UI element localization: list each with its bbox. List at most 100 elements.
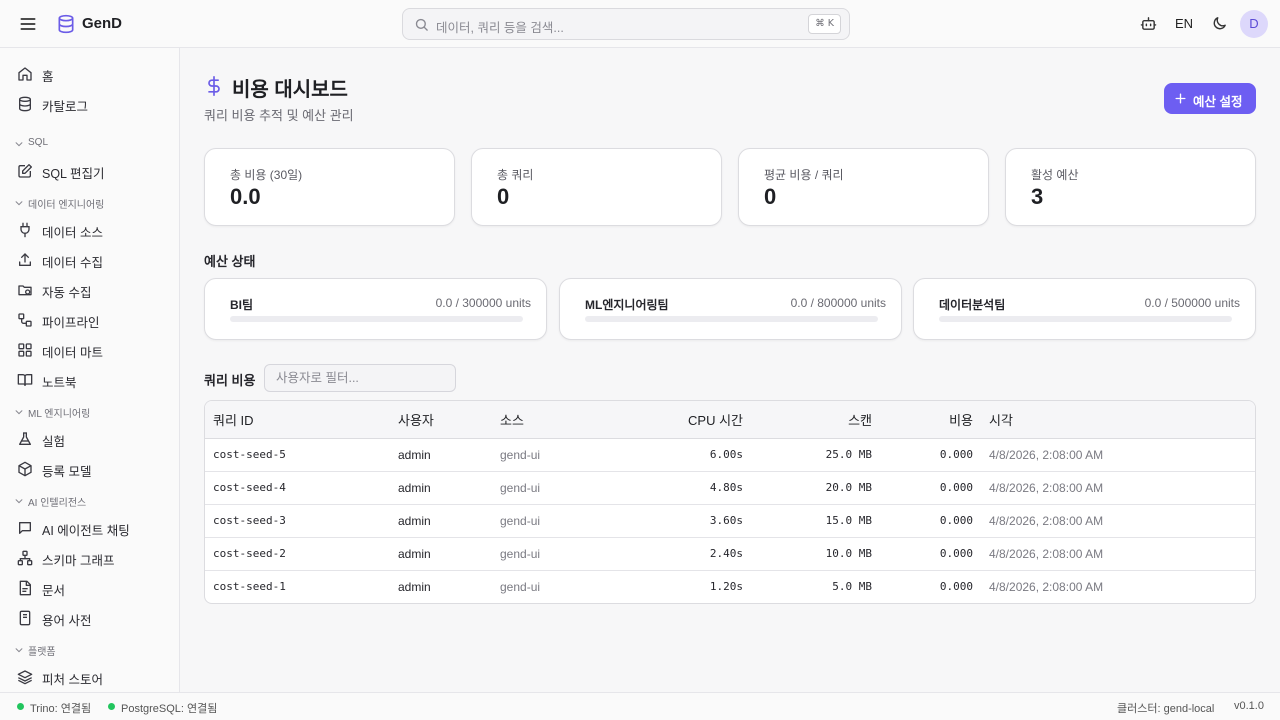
cell-time: 4/8/2026, 2:08:00 AM (981, 438, 1255, 472)
sidebar-item-label: 데이터 수집 (42, 256, 103, 270)
workflow-icon (17, 312, 33, 328)
sidebar-item-data-sources[interactable]: 데이터 소스 (8, 216, 172, 244)
moon-icon[interactable] (1211, 15, 1228, 32)
language-toggle[interactable]: EN (1175, 16, 1193, 31)
table-row[interactable]: cost-seed-3 admin gend-ui 3.60s 15.0 MB … (205, 504, 1255, 538)
column-header-scan[interactable]: 스캔 (751, 401, 880, 439)
sidebar-item-feature-store[interactable]: 피처 스토어 (8, 663, 172, 691)
book-open-icon (17, 372, 33, 388)
sidebar-item-label: 데이터 소스 (42, 226, 103, 240)
file-text-icon (17, 580, 33, 596)
sidebar-item-data-marts[interactable]: 데이터 마트 (8, 336, 172, 364)
stat-card-total-queries: 총 쿼리 0 (471, 148, 722, 226)
chevron-down-icon (14, 645, 24, 655)
budget-name: BI팀 (230, 298, 254, 312)
sidebar-item-experiments[interactable]: 실험 (8, 425, 172, 453)
plus-icon (1174, 92, 1187, 105)
sidebar-item-label: 자동 수집 (42, 286, 92, 300)
sidebar-item-home[interactable]: 홈 (8, 60, 172, 88)
cell-source: gend-ui (492, 438, 602, 472)
column-header-source[interactable]: 소스 (492, 401, 602, 439)
layers-icon (17, 669, 33, 685)
sidebar-item-registered-models[interactable]: 등록 모델 (8, 455, 172, 483)
cell-time: 4/8/2026, 2:08:00 AM (981, 537, 1255, 571)
edit-icon (17, 163, 33, 179)
database-icon (56, 13, 76, 35)
budget-settings-button[interactable]: 예산 설정 (1164, 83, 1256, 114)
cell-scan: 15.0 MB (751, 504, 880, 538)
budget-name: ML엔지니어링팀 (585, 298, 669, 312)
column-header-query-id[interactable]: 쿼리 ID (205, 401, 390, 439)
cell-source: gend-ui (500, 579, 541, 594)
cell-query-id: cost-seed-3 (205, 504, 390, 538)
column-header-cost[interactable]: 비용 (880, 401, 981, 439)
sidebar-item-documents[interactable]: 문서 (8, 574, 172, 602)
sidebar-item-catalog[interactable]: 카탈로그 (8, 90, 172, 118)
home-icon (17, 66, 33, 82)
bot-icon[interactable] (1140, 15, 1157, 32)
trino-status-dot (17, 703, 24, 710)
menu-icon[interactable] (18, 14, 38, 34)
cell-scan: 25.0 MB (751, 438, 880, 472)
budget-progress-track (230, 316, 523, 322)
database-icon (17, 96, 33, 112)
cell-cpu-time: 2.40s (602, 537, 751, 571)
book-icon (17, 610, 33, 626)
sidebar-item-label: 홈 (42, 70, 54, 84)
sidebar-item-label: SQL 편집기 (42, 167, 105, 181)
user-filter-input[interactable] (264, 364, 456, 392)
search-shortcut: ⌘ K (808, 14, 841, 34)
stat-card-active-budgets: 활성 예산 3 (1005, 148, 1256, 226)
sidebar-item-pipelines[interactable]: 파이프라인 (8, 306, 172, 334)
stat-card-total-cost: 총 비용 (30일) 0.0 (204, 148, 455, 226)
budget-usage: 0.0 / 500000 units (1144, 296, 1240, 310)
avatar[interactable]: D (1240, 10, 1268, 38)
sidebar-item-data-ingest[interactable]: 데이터 수집 (8, 246, 172, 274)
stat-value: 3 (1031, 184, 1044, 209)
cell-user: admin (398, 579, 431, 594)
query-cost-table: 쿼리 ID 사용자 소스 CPU 시간 스캔 비용 시각 cost-seed-5… (204, 400, 1256, 604)
column-header-cpu-time[interactable]: CPU 시간 (602, 401, 751, 439)
sidebar-item-schema-graph[interactable]: 스키마 그래프 (8, 544, 172, 572)
cell-query-id: cost-seed-5 (205, 438, 390, 472)
column-header-user[interactable]: 사용자 (390, 401, 492, 439)
trino-status: Trino: 연결됨 (30, 703, 92, 715)
sidebar-item-label: 카탈로그 (42, 100, 89, 114)
sidebar-item-glossary[interactable]: 용어 사전 (8, 604, 172, 632)
column-header-time[interactable]: 시각 (981, 401, 1255, 439)
cluster-info: 클러스터: gend-local (1117, 703, 1215, 715)
dollar-icon (204, 75, 224, 97)
cell-query-id: cost-seed-4 (205, 471, 390, 505)
table-row[interactable]: cost-seed-2 admin gend-ui 2.40s 10.0 MB … (205, 537, 1255, 571)
query-costs-title: 쿼리 비용 (204, 373, 256, 388)
cell-cpu-time: 6.00s (602, 438, 751, 472)
button-label: 예산 설정 (1193, 95, 1243, 109)
table-header-row: 쿼리 ID 사용자 소스 CPU 시간 스캔 비용 시각 (205, 401, 1255, 439)
cell-cost: 0.000 (939, 580, 973, 594)
sidebar-item-auto-ingest[interactable]: 자동 수집 (8, 276, 172, 304)
version-label: v0.1.0 (1234, 700, 1264, 712)
sidebar-item-sql-editor[interactable]: SQL 편집기 (8, 157, 172, 185)
cell-cost: 0.000 (880, 504, 981, 538)
table-row[interactable]: cost-seed-5 admin gend-ui 6.00s 25.0 MB … (205, 438, 1255, 472)
cell-scan: 20.0 MB (751, 471, 880, 505)
sidebar-item-label: AI 에이전트 채팅 (42, 524, 130, 538)
sidebar-item-ai-agent-chat[interactable]: AI 에이전트 채팅 (8, 514, 172, 542)
cell-source: gend-ui (492, 537, 602, 571)
global-search[interactable]: 데이터, 쿼리 등을 검색... ⌘ K (402, 8, 850, 40)
sidebar-item-notebooks[interactable]: 노트북 (8, 366, 172, 394)
cell-source: gend-ui (492, 504, 602, 538)
grid-icon (17, 342, 33, 358)
app-name[interactable]: GenD (82, 15, 122, 32)
stat-value: 0.0 (230, 184, 261, 209)
network-icon (17, 550, 33, 566)
chevron-down-icon (14, 198, 24, 208)
section-label: 플랫폼 (28, 647, 56, 658)
table-row[interactable]: cost-seed-4 admin gend-ui 4.80s 20.0 MB … (205, 471, 1255, 505)
budget-status-title: 예산 상태 (204, 254, 256, 269)
page-subtitle: 쿼리 비용 추적 및 예산 관리 (204, 108, 354, 123)
budget-usage: 0.0 / 300000 units (435, 296, 531, 310)
cell-query-id: cost-seed-2 (205, 537, 390, 571)
table-row[interactable]: cost-seed-1 admin gend-ui 1.20s 5.0 MB 0… (205, 570, 1255, 603)
section-label: SQL (28, 137, 49, 148)
